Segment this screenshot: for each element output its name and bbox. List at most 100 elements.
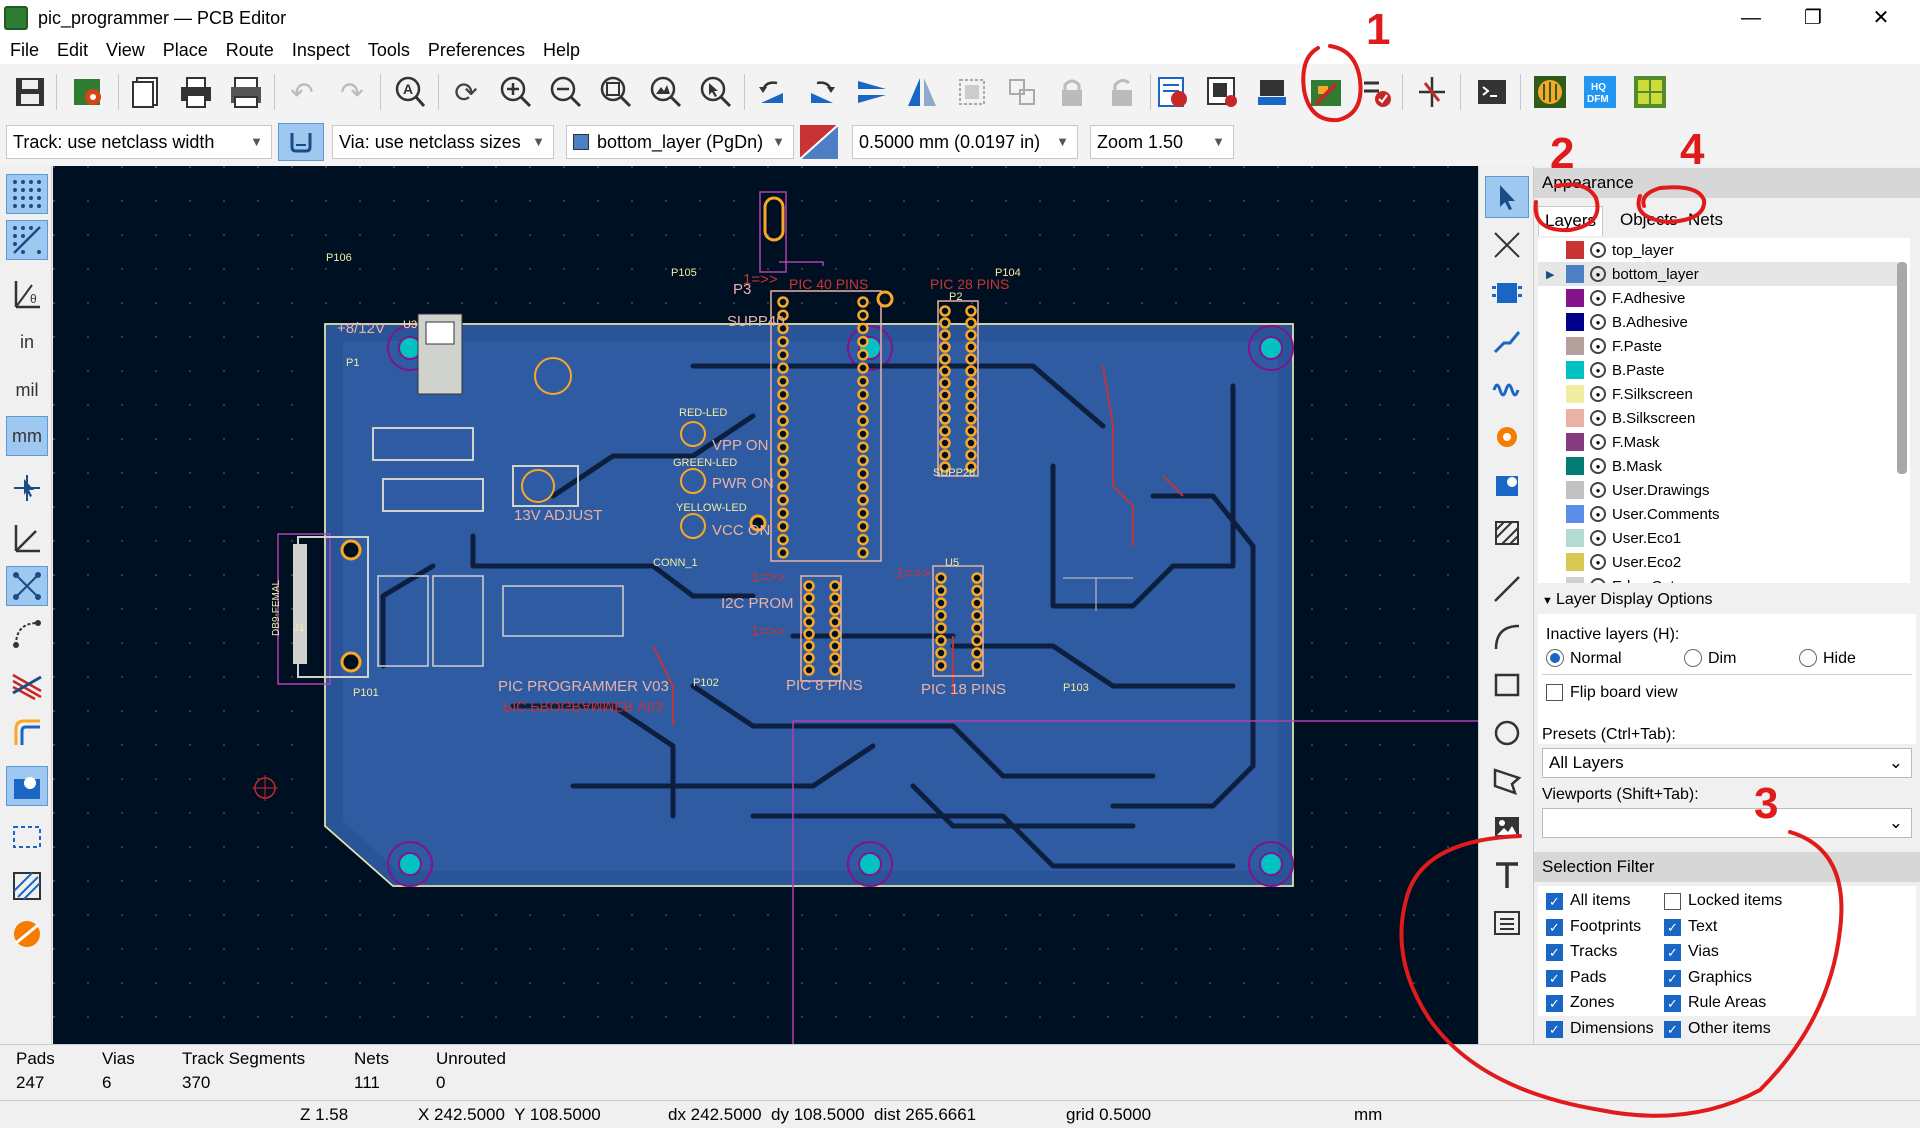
layer-row[interactable]: ● User.Drawings [1538, 478, 1898, 502]
layer-color-swatch[interactable] [1566, 553, 1584, 571]
track-width-select[interactable]: Track: use netclass width ▼ [6, 125, 272, 159]
scripting-icon[interactable] [1472, 72, 1512, 112]
curved-ratsnest-icon[interactable] [6, 614, 48, 654]
filter-checkbox-tracks[interactable]: ✓ [1546, 944, 1563, 961]
filter-checkbox-vias[interactable]: ✓ [1664, 944, 1681, 961]
grid-overrides-icon[interactable] [6, 220, 48, 260]
menu-file[interactable]: File [0, 40, 48, 61]
update-pcb-icon[interactable] [1412, 72, 1452, 112]
add-zone-icon[interactable] [1485, 464, 1529, 506]
ratsnest-icon[interactable] [6, 566, 48, 606]
zoom-selection-icon[interactable] [696, 72, 736, 112]
angle-snap-icon[interactable] [6, 518, 48, 558]
layer-color-swatch[interactable] [1566, 577, 1584, 583]
board-setup-icon[interactable] [68, 72, 108, 112]
footprint-editor-icon[interactable] [1202, 72, 1242, 112]
layer-color-swatch[interactable] [1566, 457, 1584, 475]
plot-icon[interactable] [226, 72, 266, 112]
high-contrast-icon[interactable] [6, 914, 48, 954]
auto-track-width-button[interactable] [278, 123, 324, 161]
eye-icon[interactable]: ● [1590, 386, 1606, 402]
layer-row[interactable]: ▶ ● bottom_layer [1538, 262, 1898, 286]
zoom-in-icon[interactable] [496, 72, 536, 112]
layer-select[interactable]: bottom_layer (PgDn) ▼ [566, 125, 794, 159]
group-icon[interactable] [952, 72, 992, 112]
eye-icon[interactable]: ● [1590, 410, 1606, 426]
add-rule-area-icon[interactable] [1485, 512, 1529, 554]
filter-checkbox-other-items[interactable]: ✓ [1664, 1020, 1681, 1038]
drc-icon[interactable] [1356, 72, 1396, 112]
layer-color-swatch[interactable] [1566, 313, 1584, 331]
inch-units-button[interactable]: in [6, 322, 48, 362]
net-highlight-icon[interactable] [6, 664, 48, 704]
eye-icon[interactable]: ● [1590, 578, 1606, 583]
tab-nets[interactable]: Nets [1682, 206, 1729, 236]
layer-row[interactable]: ● B.Mask [1538, 454, 1898, 478]
layer-row[interactable]: ● User.Eco2 [1538, 550, 1898, 574]
pad-display-icon[interactable] [6, 766, 48, 806]
layer-row[interactable]: ● B.Silkscreen [1538, 406, 1898, 430]
add-footprint-icon[interactable] [1485, 272, 1529, 314]
netlist-icon[interactable] [1152, 72, 1192, 112]
via-size-select[interactable]: Via: use netclass sizes ▼ [332, 125, 554, 159]
filter-checkbox-footprints[interactable]: ✓ [1546, 918, 1563, 936]
add-textbox-icon[interactable] [1485, 902, 1529, 944]
viewports-select[interactable]: ⌄ [1542, 808, 1912, 838]
add-image-icon[interactable] [1485, 806, 1529, 848]
mm-units-button[interactable]: mm [6, 416, 48, 456]
filter-checkbox-rule-areas[interactable]: ✓ [1664, 995, 1681, 1012]
tune-length-icon[interactable] [1485, 368, 1529, 410]
eye-icon[interactable]: ● [1590, 530, 1606, 546]
footprint-browser-icon[interactable] [1252, 72, 1292, 112]
grid-toggle-icon[interactable] [6, 174, 48, 214]
layer-row[interactable]: ● B.Paste [1538, 358, 1898, 382]
layer-row[interactable]: ● B.Adhesive [1538, 310, 1898, 334]
flip-icon[interactable] [852, 72, 892, 112]
menu-edit[interactable]: Edit [48, 40, 97, 61]
menu-help[interactable]: Help [534, 40, 589, 61]
eye-icon[interactable]: ● [1590, 314, 1606, 330]
zoom-out-icon[interactable] [546, 72, 586, 112]
zone-outline-icon[interactable] [6, 816, 48, 856]
menu-tools[interactable]: Tools [359, 40, 419, 61]
unlock-icon[interactable] [1102, 72, 1142, 112]
tab-objects[interactable]: Objects [1614, 206, 1684, 236]
layer-row[interactable]: ● User.Comments [1538, 502, 1898, 526]
draw-arc-icon[interactable] [1485, 616, 1529, 658]
flip-board-checkbox[interactable] [1546, 684, 1563, 701]
menu-route[interactable]: Route [217, 40, 283, 61]
zone-fill-icon[interactable] [6, 866, 48, 906]
polar-coords-icon[interactable]: θ [6, 274, 48, 314]
layer-row[interactable]: ● Edge.Cuts [1538, 574, 1898, 583]
rotate-ccw-icon[interactable] [752, 72, 792, 112]
hq-dfm-icon[interactable]: HQ DFM [1580, 72, 1620, 112]
layer-row[interactable]: ● F.Paste [1538, 334, 1898, 358]
layer-list-scrollbar[interactable] [1897, 262, 1907, 474]
eye-icon[interactable]: ● [1590, 266, 1606, 282]
layer-color-swatch[interactable] [1566, 409, 1584, 427]
draw-rectangle-icon[interactable] [1485, 664, 1529, 706]
layer-color-swatch[interactable] [1566, 481, 1584, 499]
layer-color-swatch[interactable] [1566, 337, 1584, 355]
layer-row[interactable]: ● User.Eco1 [1538, 526, 1898, 550]
filter-checkbox-graphics[interactable]: ✓ [1664, 969, 1681, 987]
grid-select[interactable]: 0.5000 mm (0.0197 in) ▼ [852, 125, 1078, 159]
draw-circle-icon[interactable] [1485, 712, 1529, 754]
eye-icon[interactable]: ● [1590, 458, 1606, 474]
eye-icon[interactable]: ● [1590, 338, 1606, 354]
filter-checkbox-locked-items[interactable] [1664, 893, 1681, 910]
find-icon[interactable]: A [390, 72, 430, 112]
filter-checkbox-dimensions[interactable]: ✓ [1546, 1020, 1563, 1038]
redo-icon[interactable]: ↷ [332, 72, 372, 112]
layer-color-swatch[interactable] [1566, 529, 1584, 547]
save-icon[interactable] [10, 72, 50, 112]
maximize-button[interactable]: ❐ [1782, 0, 1844, 36]
page-settings-icon[interactable] [126, 72, 166, 112]
layer-color-swatch[interactable] [1566, 265, 1584, 283]
filter-checkbox-pads[interactable]: ✓ [1546, 969, 1563, 987]
draw-polygon-icon[interactable] [1485, 760, 1529, 802]
route-track-icon[interactable] [1485, 320, 1529, 362]
select-tool-icon[interactable] [1485, 176, 1529, 218]
menu-place[interactable]: Place [154, 40, 217, 61]
close-button[interactable]: ✕ [1850, 0, 1912, 36]
